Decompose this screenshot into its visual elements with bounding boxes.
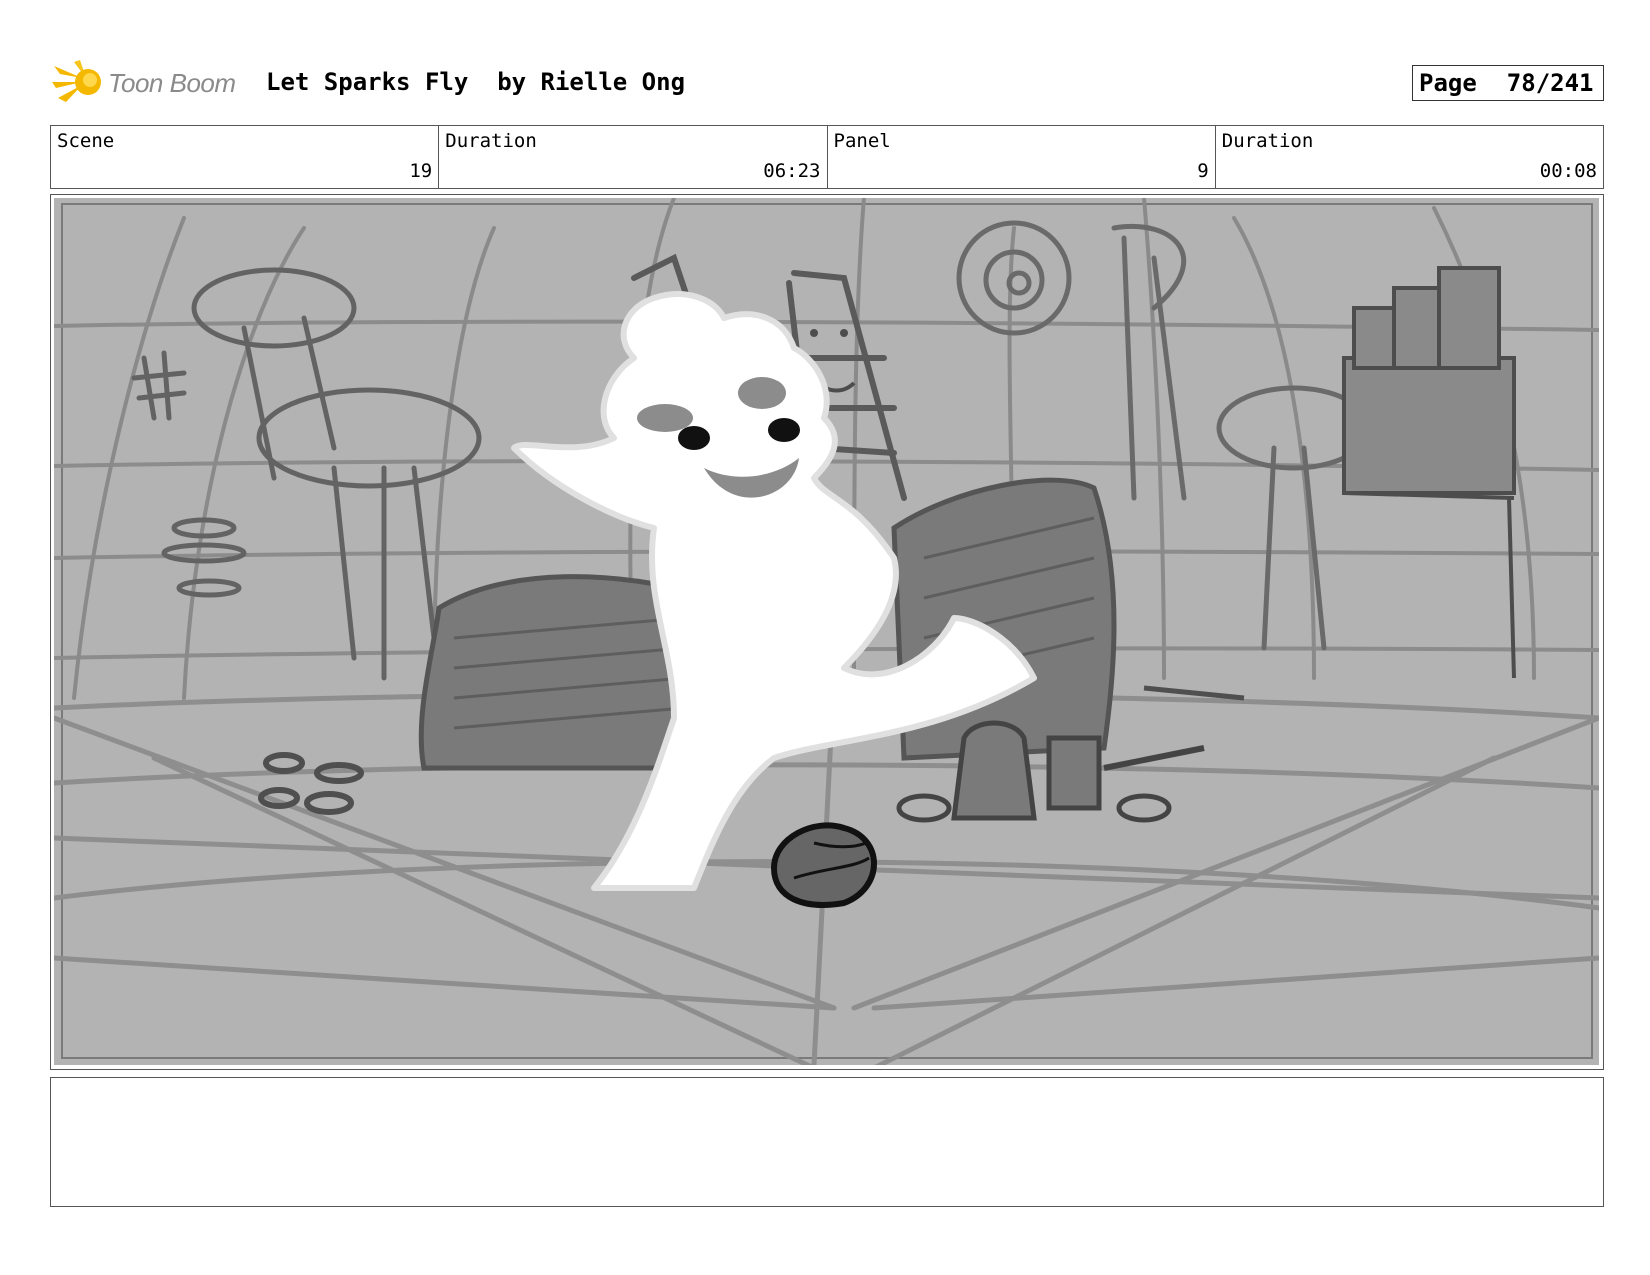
panel-duration-label: Duration [1221, 130, 1314, 152]
storyboard-panel [50, 194, 1604, 1070]
scene-duration-label: Duration [445, 130, 537, 152]
scene-duration-cell: Duration 06:23 [439, 126, 828, 188]
scene-duration-value: 06:23 [763, 160, 821, 182]
sketch-drawing [54, 198, 1599, 1065]
panel-duration-value: 00:08 [1539, 160, 1597, 182]
scene-info-row: Scene 19 Duration 06:23 Panel 9 Duration… [50, 125, 1604, 189]
scene-cell: Scene 19 [51, 126, 440, 188]
storyboard-header: Toon Boom Let Sparks Fly by Rielle Ong P… [52, 58, 1604, 108]
panel-value: 9 [1197, 160, 1209, 182]
scene-value: 19 [409, 160, 433, 182]
panel-cell: Panel 9 [828, 126, 1216, 188]
panel-label: Panel [833, 130, 891, 152]
spark-logo-icon [52, 60, 101, 102]
panel-duration-cell: Duration 00:08 [1216, 126, 1603, 188]
panel-notes [50, 1077, 1604, 1207]
toon-boom-logo: Toon Boom [52, 58, 252, 108]
page-label: Page [1419, 69, 1477, 97]
project-title: Let Sparks Fly by Rielle Ong [266, 68, 686, 96]
page-indicator: Page 78/241 [1412, 65, 1604, 101]
scene-label: Scene [57, 130, 115, 152]
logo-text: Toon Boom [108, 68, 236, 98]
page-number: 78/241 [1506, 69, 1594, 97]
